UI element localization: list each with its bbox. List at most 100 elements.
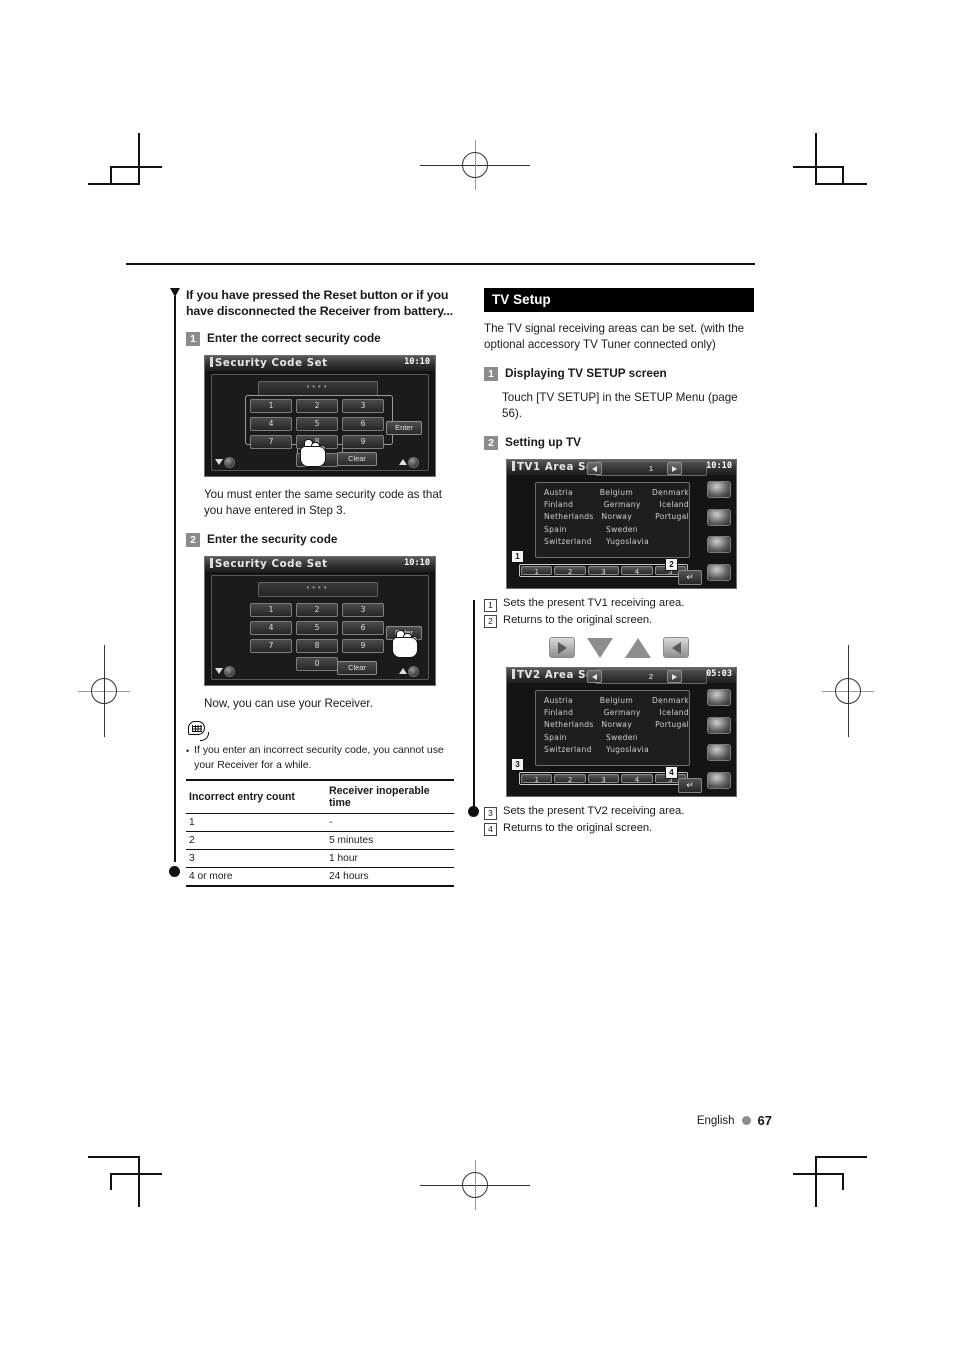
- step-label: Displaying TV SETUP screen: [505, 366, 667, 380]
- security-code-screen-1[interactable]: Security Code Set 10:10 **** 1 2 3 4 5 6: [204, 355, 436, 478]
- key-6[interactable]: 6: [342, 417, 384, 432]
- enter-button[interactable]: Enter: [386, 421, 422, 436]
- area-button-4[interactable]: 4: [621, 774, 653, 784]
- reference-number: 2: [484, 615, 497, 628]
- country-cell: Belgium: [599, 488, 634, 497]
- key-3[interactable]: 3: [342, 603, 384, 618]
- area-button-2[interactable]: 2: [554, 774, 586, 784]
- next-page-button[interactable]: [667, 462, 682, 475]
- key-7[interactable]: 7: [250, 639, 292, 654]
- registration-mark-right: [822, 645, 874, 737]
- country-cell: Belgium: [599, 696, 634, 705]
- volume-up-control[interactable]: [399, 456, 425, 468]
- building-source-icon[interactable]: [707, 689, 731, 707]
- key-1[interactable]: 1: [250, 399, 292, 414]
- area-button-3[interactable]: 3: [587, 774, 620, 784]
- volume-down-control[interactable]: [215, 665, 241, 677]
- step-label: Enter the security code: [207, 532, 338, 547]
- media-source-icon[interactable]: [707, 508, 731, 526]
- country-cell: Yugoslavia: [606, 536, 650, 546]
- table-row: 4 or more 24 hours: [186, 867, 454, 888]
- source-icon-bar[interactable]: [704, 684, 734, 794]
- tv2-reference-3: 3 Sets the present TV2 receiving area.: [484, 804, 754, 820]
- bullet-dot: •: [186, 746, 190, 757]
- left-heading: If you have pressed the Reset button or …: [186, 288, 453, 318]
- manual-page: If you have pressed the Reset button or …: [0, 0, 954, 1350]
- country-cell: Iceland: [659, 500, 689, 510]
- nav-source-icon[interactable]: [707, 563, 731, 581]
- country-cell: Yugoslavia: [606, 744, 650, 754]
- area-button-2[interactable]: 2: [554, 566, 586, 576]
- security-code-screen-2[interactable]: Security Code Set 10:10 **** 1 2 3 4 5 6: [204, 556, 436, 687]
- area-button-1[interactable]: 1: [521, 566, 553, 576]
- memo-bullet: • If you enter an incorrect security cod…: [186, 744, 456, 773]
- area-button-4[interactable]: 4: [621, 566, 653, 576]
- key-5[interactable]: 5: [296, 417, 338, 432]
- registration-mark-bottom: [420, 1160, 530, 1210]
- screen-clock: 10:10: [404, 357, 430, 368]
- previous-page-button[interactable]: [587, 670, 602, 683]
- disc-source-icon[interactable]: [707, 744, 731, 762]
- media-source-icon[interactable]: [707, 716, 731, 734]
- country-cell: Spain: [544, 524, 567, 534]
- tv1-area-set-screen[interactable]: TV1 Area Set 1 10:10 Austria Belgium Den…: [506, 459, 737, 589]
- key-8[interactable]: 8: [296, 639, 338, 654]
- triangle-up-icon: [625, 637, 651, 658]
- next-page-button[interactable]: [667, 670, 682, 683]
- area-number-buttons[interactable]: 1 2 3 4 5: [519, 772, 688, 785]
- screen-title: TV1 Area Set: [512, 461, 599, 473]
- clear-button[interactable]: Clear: [337, 452, 377, 467]
- triangle-up-icon: [399, 668, 407, 675]
- triangle-up-icon: [399, 459, 407, 466]
- key-2[interactable]: 2: [296, 399, 338, 414]
- return-button[interactable]: ↵: [678, 778, 702, 793]
- area-button-3[interactable]: 3: [587, 566, 620, 576]
- nav-source-icon[interactable]: [707, 771, 731, 789]
- key-0[interactable]: 0: [296, 657, 338, 672]
- code-display-field: ****: [258, 381, 378, 397]
- key-9[interactable]: 9: [342, 639, 384, 654]
- country-cell: Germany: [603, 500, 641, 510]
- country-cell: Finland: [544, 708, 574, 718]
- arrow-icon-row: [484, 637, 754, 658]
- volume-down-control[interactable]: [215, 456, 241, 468]
- page-indicator: 1: [595, 461, 707, 476]
- reference-text: Sets the present TV1 receiving area.: [503, 597, 685, 609]
- callout-marker-3: 3: [511, 758, 524, 771]
- cell-count: 1: [186, 813, 326, 833]
- left-column: If you have pressed the Reset button or …: [186, 288, 456, 888]
- key-4[interactable]: 4: [250, 417, 292, 432]
- key-6[interactable]: 6: [342, 621, 384, 636]
- country-cell: Norway: [601, 720, 633, 730]
- key-2[interactable]: 2: [296, 603, 338, 618]
- area-number-buttons[interactable]: 1 2 3 4 5: [519, 564, 688, 577]
- key-3[interactable]: 3: [342, 399, 384, 414]
- return-button[interactable]: ↵: [678, 570, 702, 585]
- key-4[interactable]: 4: [250, 621, 292, 636]
- key-1[interactable]: 1: [250, 603, 292, 618]
- area-button-1[interactable]: 1: [521, 774, 553, 784]
- reference-number: 3: [484, 806, 497, 820]
- country-cell: Spain: [544, 732, 567, 742]
- previous-page-button[interactable]: [587, 462, 602, 475]
- building-source-icon[interactable]: [707, 481, 731, 499]
- triangle-down-icon: [587, 637, 613, 658]
- section-title-tv-setup: TV Setup: [484, 288, 754, 312]
- key-7[interactable]: 7: [250, 435, 292, 450]
- volume-up-control[interactable]: [399, 665, 425, 677]
- key-9[interactable]: 9: [342, 435, 384, 450]
- tv2-area-set-screen[interactable]: TV2 Area Set 2 05:03 Austria Belgium Den…: [506, 667, 737, 797]
- source-icon-bar[interactable]: [704, 476, 734, 586]
- security-code-body: **** 1 2 3 4 5 6 7 8: [211, 374, 429, 472]
- disc-source-icon[interactable]: [707, 536, 731, 554]
- country-cell: Portugal: [655, 720, 689, 730]
- pointing-hand-icon: [300, 437, 326, 468]
- country-list: Austria Belgium Denmark Finland Germany …: [535, 482, 690, 558]
- country-row: Finland Germany Iceland: [544, 500, 689, 509]
- clear-button[interactable]: Clear: [337, 661, 377, 676]
- country-cell: Switzerland: [544, 536, 592, 546]
- key-5[interactable]: 5: [296, 621, 338, 636]
- country-row: Switzerland Yugoslavia: [544, 537, 689, 546]
- cell-time: 5 minutes: [326, 831, 454, 851]
- triangle-down-icon: [215, 668, 223, 675]
